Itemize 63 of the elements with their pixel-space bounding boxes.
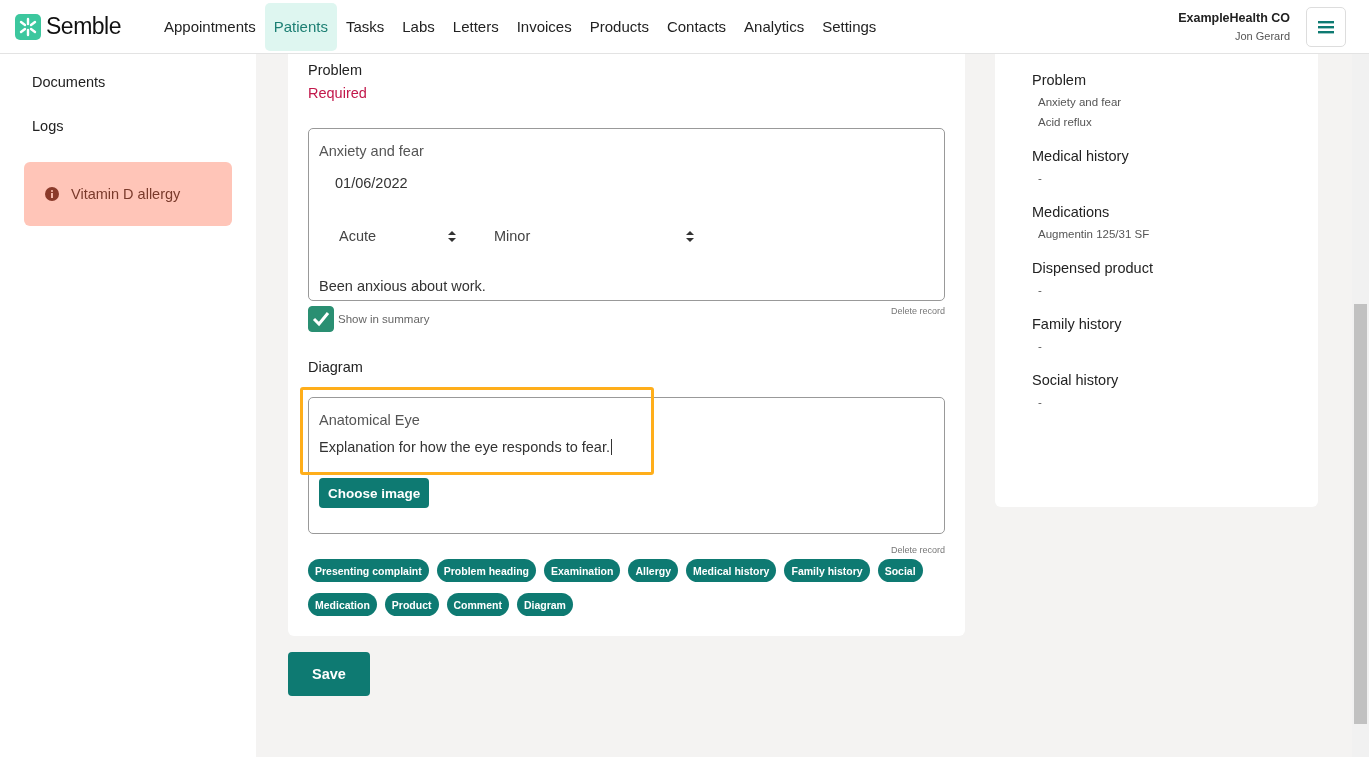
save-button[interactable]: Save [288, 652, 370, 696]
summary-heading: Family history [1032, 316, 1123, 332]
summary-heading: Social history [1032, 372, 1120, 388]
nav-tab[interactable]: Invoices [507, 2, 581, 51]
tag-button[interactable]: Medication [308, 593, 377, 616]
nav-tab[interactable]: Products [580, 2, 658, 51]
summary-item: - [1038, 284, 1043, 296]
summary-item: - [1038, 172, 1043, 184]
diagram-text[interactable]: Explanation for how the eye responds to fear. [319, 439, 612, 455]
tag-button[interactable]: Allergy [628, 559, 678, 582]
summary-item: Acid reflux [1038, 116, 1093, 128]
nav-tab[interactable]: Analytics [735, 2, 814, 51]
sidebar-item[interactable]: Documents [24, 60, 232, 104]
sort-icon [448, 230, 456, 242]
tag-button[interactable]: Comment [446, 593, 509, 616]
checkbox-label: Show in summary [338, 313, 430, 325]
info-icon [45, 187, 59, 201]
delete-link[interactable]: Delete record [890, 306, 945, 332]
menu-icon [1318, 19, 1334, 34]
notes-text[interactable]: Been anxious about work. [319, 278, 934, 294]
check-icon [312, 311, 330, 327]
organisation-name: ExampleHealth CO [1178, 11, 1290, 25]
summary-heading: Medical history [1032, 148, 1130, 164]
nav-tab[interactable]: Contacts [657, 2, 736, 51]
tag-button[interactable]: Examination [543, 559, 621, 582]
section-title: Problem [308, 62, 363, 78]
nav-tab[interactable]: Tasks [336, 2, 394, 51]
sort-icon [686, 230, 694, 242]
alert-text: Vitamin D allergy [71, 186, 181, 202]
brand-name: Semble [46, 13, 121, 40]
summary-item: - [1038, 340, 1043, 352]
date-field[interactable]: 01/06/2022 [335, 175, 934, 191]
logo-icon [15, 13, 41, 40]
sidebar-item[interactable]: Logs [24, 104, 232, 148]
checkbox[interactable] [308, 306, 334, 332]
summary-item: Augmentin 125/31 SF [1038, 228, 1151, 240]
section-title: Diagram [308, 359, 364, 375]
user-name: Jon Gerard [1234, 30, 1290, 42]
menu-button[interactable] [1306, 6, 1346, 47]
summary-heading: Medications [1032, 204, 1111, 220]
summary-heading: Problem [1032, 72, 1087, 88]
summary-item: - [1038, 396, 1043, 408]
onset-select[interactable]: Acute [319, 228, 456, 244]
record-name: Anxiety and fear [319, 143, 425, 159]
nav-tab[interactable]: Letters [443, 2, 508, 51]
tag-button[interactable]: Diagram [516, 593, 573, 616]
tag-button[interactable]: Presenting complaint [308, 559, 429, 582]
tag-button[interactable]: Medical history [686, 559, 777, 582]
choose-image-button[interactable]: Choose image [319, 478, 430, 508]
required-text: Required [308, 85, 368, 101]
nav-tab[interactable]: Settings [813, 2, 886, 51]
tag-button[interactable]: Product [384, 593, 439, 616]
delete-link[interactable]: Delete record [890, 545, 945, 555]
nav-tab[interactable]: Patients [264, 2, 337, 51]
record-name: Anatomical Eye [319, 412, 421, 428]
nav-tab[interactable]: Appointments [155, 2, 265, 51]
summary-item: Anxiety and fear [1038, 96, 1123, 108]
tag-button[interactable]: Family history [784, 559, 870, 582]
severity-select[interactable]: Minor [494, 228, 694, 244]
summary-heading: Dispensed product [1032, 260, 1154, 276]
tag-button[interactable]: Social [877, 559, 923, 582]
tag-button[interactable]: Problem heading [436, 559, 536, 582]
nav-tab[interactable]: Labs [393, 2, 444, 51]
